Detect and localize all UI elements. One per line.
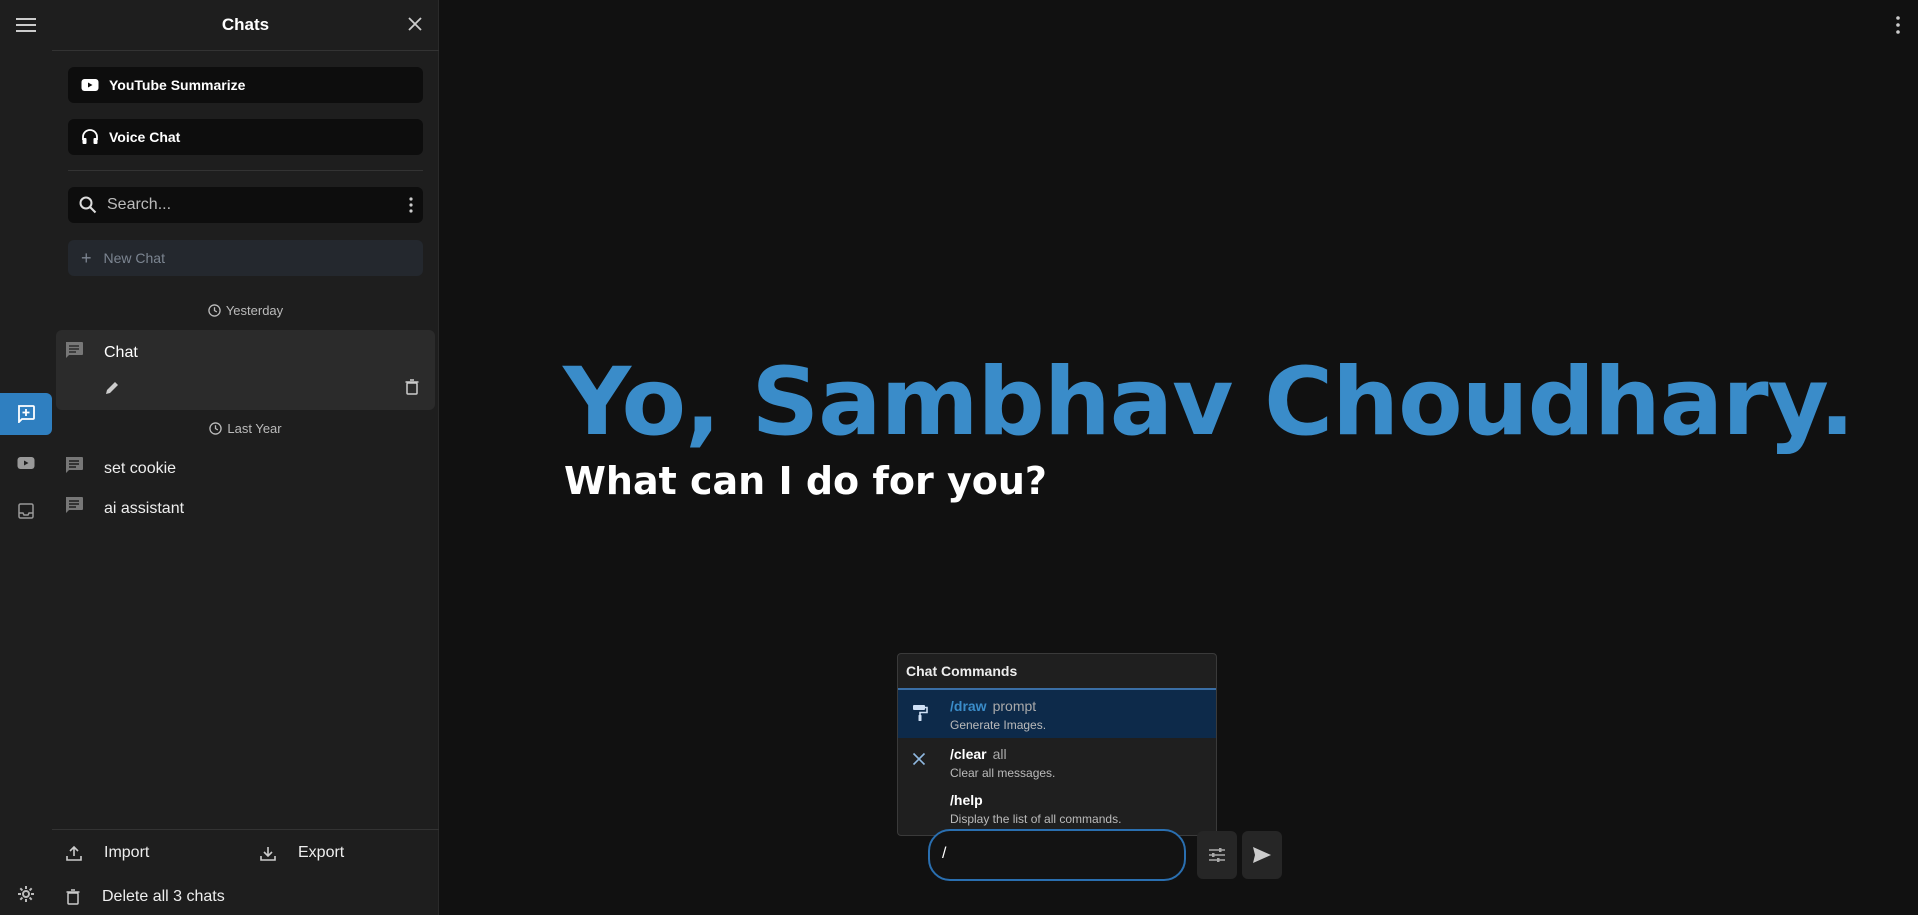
settings-sliders-button[interactable]	[1197, 831, 1237, 879]
group-label-last-year: Last Year	[52, 421, 439, 436]
command-arg: all	[992, 746, 1007, 762]
search-box	[68, 187, 423, 223]
plus-icon: +	[81, 247, 92, 268]
youtube-icon	[81, 79, 99, 91]
download-icon	[260, 847, 276, 861]
chat-commands-title: Chat Commands	[898, 654, 1216, 690]
command-arg: prompt	[992, 698, 1037, 714]
close-icon	[912, 752, 926, 771]
command-description: Generate Images.	[950, 718, 1047, 732]
new-chat-icon[interactable]	[0, 393, 52, 435]
command-draw[interactable]: /draw prompt Generate Images.	[898, 690, 1216, 738]
greeting-heading: Yo, Sambhav Choudhary.	[563, 348, 1855, 457]
message-composer	[928, 829, 1186, 881]
inbox-icon[interactable]	[0, 500, 52, 522]
import-label: Import	[104, 844, 150, 861]
main-area: Yo, Sambhav Choudhary. What can I do for…	[439, 0, 1918, 915]
chat-title: ai assistant	[104, 500, 185, 517]
icon-rail	[0, 0, 52, 915]
menu-icon[interactable]	[0, 10, 52, 40]
search-icon	[79, 196, 97, 214]
delete-all-label: Delete all 3 chats	[102, 888, 225, 905]
chat-title: set cookie	[104, 460, 177, 477]
voice-chat-button[interactable]: Voice Chat	[68, 119, 423, 155]
send-icon	[1253, 847, 1271, 863]
chat-item-active[interactable]: Chat	[56, 330, 435, 410]
clock-icon	[208, 304, 221, 317]
youtube-summarize-button[interactable]: YouTube Summarize	[68, 67, 423, 103]
new-chat-label: New Chat	[103, 250, 165, 266]
trash-icon[interactable]	[405, 379, 419, 400]
chat-bubble-icon	[64, 341, 84, 364]
voice-chat-label: Voice Chat	[109, 129, 181, 145]
chat-item[interactable]: ai assistant	[52, 492, 439, 528]
chat-bubble-icon	[64, 456, 84, 479]
export-label: Export	[298, 844, 345, 861]
command-description: Clear all messages.	[950, 766, 1056, 780]
chat-bubble-icon	[64, 496, 84, 519]
sidebar-title: Chats	[221, 15, 270, 34]
headphones-icon	[82, 129, 98, 144]
close-icon[interactable]	[407, 16, 423, 37]
chat-title: Chat	[104, 344, 138, 361]
delete-all-chats-button[interactable]: Delete all 3 chats	[66, 888, 225, 906]
import-button[interactable]: Import	[66, 844, 149, 862]
send-button[interactable]	[1242, 831, 1282, 879]
new-chat-button[interactable]: + New Chat	[68, 240, 423, 276]
sidebar-footer: Import Export Delete all 3 chats	[52, 829, 439, 915]
command-description: Display the list of all commands.	[950, 812, 1122, 826]
command-name: help	[953, 792, 983, 808]
more-vertical-icon[interactable]	[1896, 16, 1900, 39]
greeting-subtitle: What can I do for you?	[564, 459, 1047, 503]
paint-roller-icon	[912, 704, 928, 727]
edit-icon[interactable]	[104, 380, 120, 401]
youtube-summarize-label: YouTube Summarize	[109, 77, 246, 93]
chat-commands-popup: Chat Commands /draw prompt Generate Image…	[897, 653, 1217, 836]
more-vertical-icon[interactable]	[409, 197, 413, 218]
command-help[interactable]: /help Display the list of all commands.	[898, 786, 1216, 834]
upload-icon	[66, 845, 82, 861]
divider	[68, 170, 423, 171]
chats-sidebar: Chats YouTube Summarize Voice Chat + New…	[52, 0, 439, 915]
search-input[interactable]	[107, 196, 377, 214]
sliders-icon	[1209, 848, 1225, 862]
youtube-icon[interactable]	[0, 452, 52, 474]
trash-icon	[66, 889, 80, 905]
chat-item[interactable]: set cookie	[52, 452, 439, 488]
sidebar-header: Chats	[52, 0, 439, 51]
message-input[interactable]	[942, 845, 1172, 863]
command-name: clear	[953, 746, 987, 762]
command-clear[interactable]: /clear all Clear all messages.	[898, 738, 1216, 786]
settings-icon[interactable]	[0, 883, 52, 905]
group-label-yesterday: Yesterday	[52, 303, 439, 318]
export-button[interactable]: Export	[260, 844, 344, 862]
clock-icon	[209, 422, 223, 435]
command-name: draw	[953, 698, 987, 714]
